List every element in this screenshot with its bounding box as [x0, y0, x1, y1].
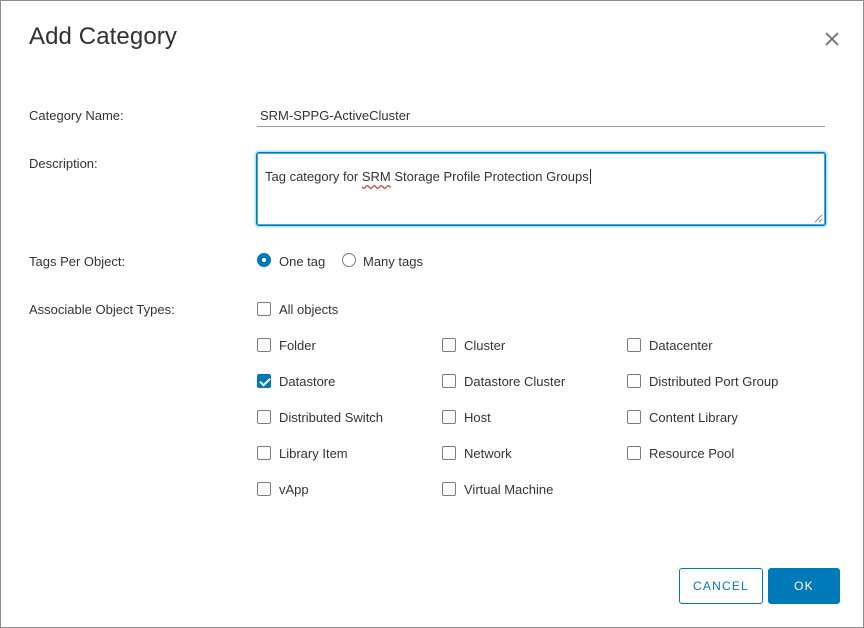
dialog-title: Add Category	[29, 23, 177, 50]
resize-grip-icon[interactable]	[813, 213, 823, 223]
one-tag-radio[interactable]	[257, 253, 271, 267]
content-library-checkbox[interactable]	[627, 410, 641, 424]
folder-checkbox[interactable]	[257, 338, 271, 352]
all-objects-checkbox[interactable]	[257, 302, 271, 316]
datastore-cluster-checkbox[interactable]	[442, 374, 456, 388]
description-text-suffix: Storage Profile Protection Groups	[390, 169, 589, 184]
description-text-prefix: Tag category for	[265, 169, 362, 184]
cluster-checkbox[interactable]	[442, 338, 456, 352]
datacenter-label: Datacenter	[649, 338, 713, 353]
description-textarea[interactable]: Tag category for SRM Storage Profile Pro…	[256, 152, 826, 226]
close-icon[interactable]	[821, 28, 843, 50]
network-checkbox[interactable]	[442, 446, 456, 460]
virtual-machine-checkbox[interactable]	[442, 482, 456, 496]
host-label: Host	[464, 410, 491, 425]
resource-pool-label: Resource Pool	[649, 446, 735, 461]
object-types-label: Associable Object Types:	[29, 302, 175, 317]
library-item-label: Library Item	[279, 446, 348, 461]
content-library-label: Content Library	[649, 410, 738, 425]
distributed-port-group-checkbox[interactable]	[627, 374, 641, 388]
description-text-spellcheck: SRM	[361, 169, 391, 184]
many-tags-label: Many tags	[363, 254, 423, 269]
virtual-machine-label: Virtual Machine	[464, 482, 554, 497]
tags-per-object-label: Tags Per Object:	[29, 254, 126, 269]
add-category-dialog: Add Category Category Name: Description:…	[0, 0, 864, 628]
many-tags-radio[interactable]	[342, 253, 356, 267]
cluster-label: Cluster	[464, 338, 506, 353]
host-checkbox[interactable]	[442, 410, 456, 424]
cancel-button[interactable]: CANCEL	[679, 568, 763, 604]
datacenter-checkbox[interactable]	[627, 338, 641, 352]
distributed-switch-checkbox[interactable]	[257, 410, 271, 424]
one-tag-label: One tag	[279, 254, 326, 269]
vapp-checkbox[interactable]	[257, 482, 271, 496]
datastore-cluster-label: Datastore Cluster	[464, 374, 566, 389]
ok-button[interactable]: OK	[768, 568, 840, 604]
vapp-label: vApp	[279, 482, 309, 497]
datastore-label: Datastore	[279, 374, 336, 389]
resource-pool-checkbox[interactable]	[627, 446, 641, 460]
distributed-switch-label: Distributed Switch	[279, 410, 384, 425]
description-label: Description:	[29, 156, 98, 171]
category-name-label: Category Name:	[29, 108, 124, 123]
network-label: Network	[464, 446, 512, 461]
datastore-checkbox[interactable]	[257, 374, 271, 388]
distributed-port-group-label: Distributed Port Group	[649, 374, 779, 389]
library-item-checkbox[interactable]	[257, 446, 271, 460]
category-name-input[interactable]	[257, 105, 825, 127]
folder-label: Folder	[279, 338, 316, 353]
all-objects-label: All objects	[279, 302, 339, 317]
